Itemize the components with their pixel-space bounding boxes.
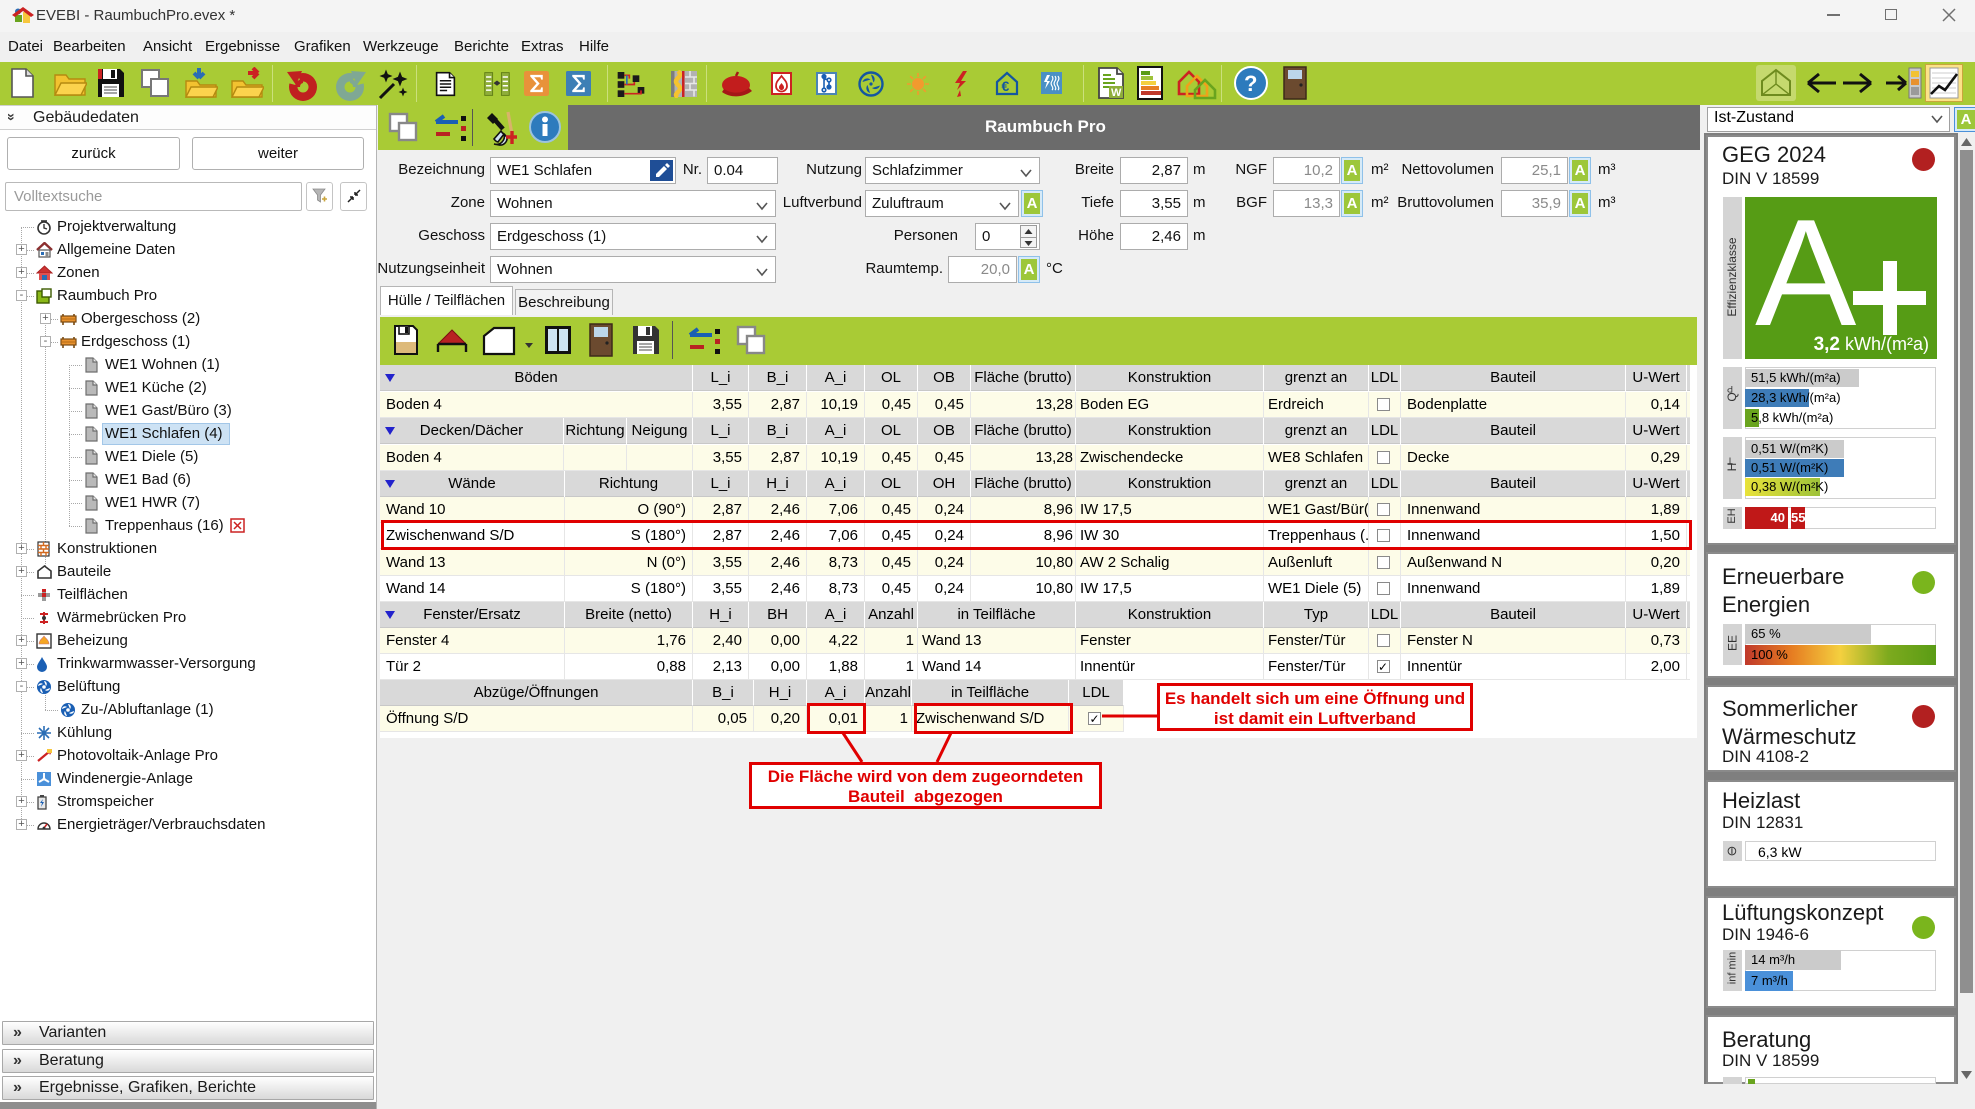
svg-text:W: W — [1111, 87, 1122, 99]
svg-text:€: € — [1002, 78, 1010, 94]
svg-text:?: ? — [1244, 71, 1257, 96]
